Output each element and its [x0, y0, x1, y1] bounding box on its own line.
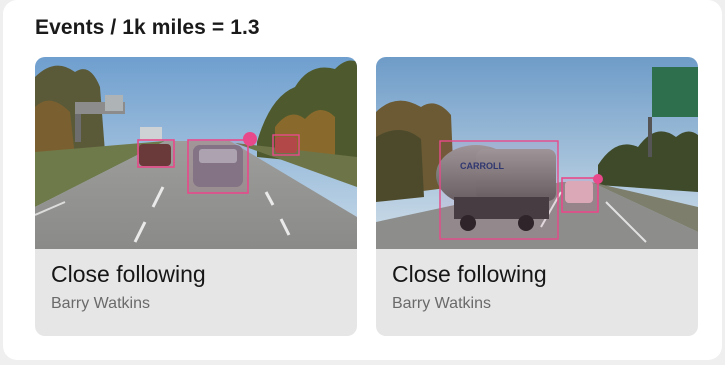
event-card[interactable]: CARROLL Close following Barry Watkins	[376, 57, 698, 336]
driver-name: Barry Watkins	[392, 295, 491, 312]
dashcam-thumbnail: CARROLL	[376, 57, 698, 249]
panel-title: Events / 1k miles = 1.3	[35, 16, 260, 39]
dashcam-thumbnail	[35, 57, 357, 249]
driver-name: Barry Watkins	[51, 295, 150, 312]
events-panel: Events / 1k miles = 1.3 Close following …	[3, 0, 722, 360]
event-type-label: Close following	[392, 261, 547, 287]
event-card[interactable]: Close following Barry Watkins	[35, 57, 357, 336]
event-type-label: Close following	[51, 261, 206, 287]
